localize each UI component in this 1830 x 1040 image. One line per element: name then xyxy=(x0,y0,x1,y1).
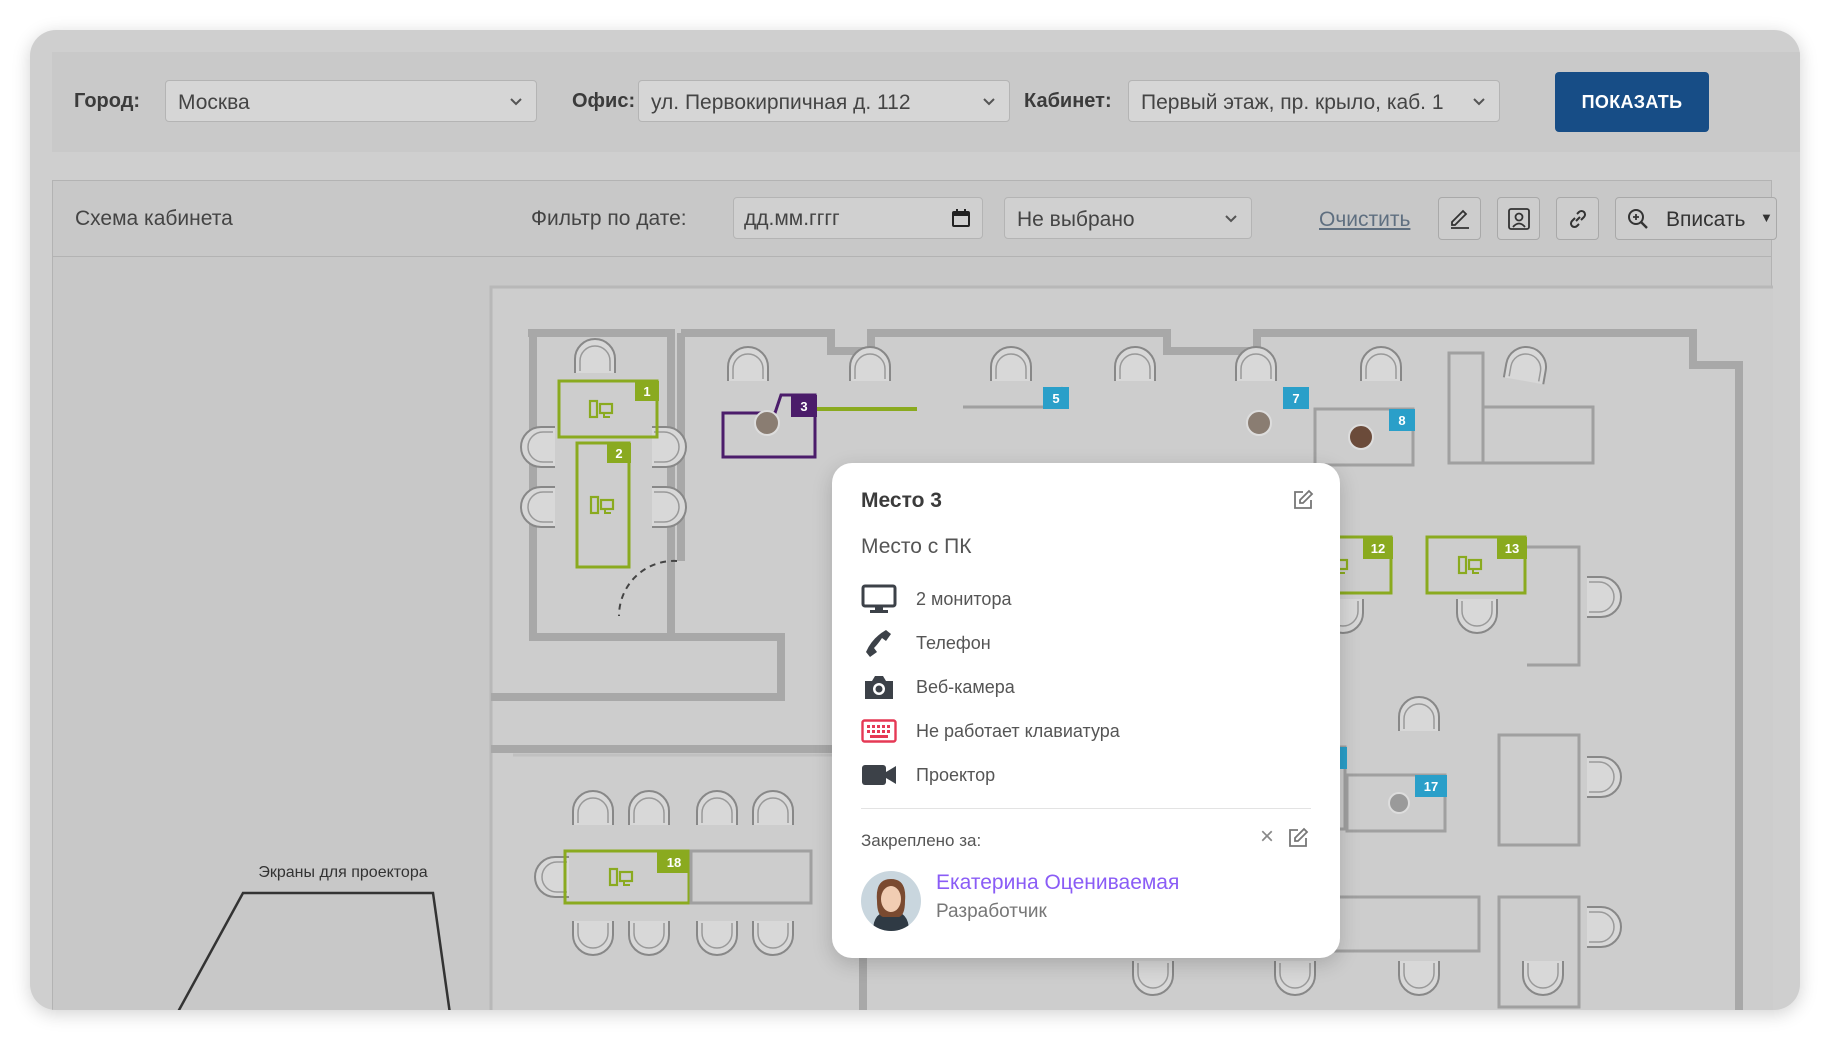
svg-text:2: 2 xyxy=(615,446,622,461)
svg-text:17: 17 xyxy=(1424,779,1438,794)
show-button[interactable]: ПОКАЗАТЬ xyxy=(1555,72,1709,132)
video-icon xyxy=(862,765,896,785)
feature-keyboard-broken: Не работает клавиатура xyxy=(861,715,1120,747)
svg-text:18: 18 xyxy=(667,855,681,870)
cabinet-select[interactable]: Первый этаж, пр. крыло, каб. 1 xyxy=(1128,80,1500,122)
assign-user-button[interactable] xyxy=(1497,197,1540,240)
status-select-value: Не выбрано xyxy=(1017,208,1135,231)
pencil-icon xyxy=(1450,209,1469,229)
keyboard-icon xyxy=(861,719,897,743)
chevron-down-icon xyxy=(983,98,995,106)
office-select-value: ул. Первокирпичная д. 112 xyxy=(651,91,911,114)
cabinet-select-value: Первый этаж, пр. крыло, каб. 1 xyxy=(1141,91,1444,114)
avatar[interactable] xyxy=(861,871,921,931)
monitor-icon xyxy=(861,584,897,613)
cabinet-label: Кабинет: xyxy=(1024,90,1112,112)
camera-icon xyxy=(865,676,893,699)
popover-title: Место 3 xyxy=(861,489,942,512)
date-filter-input[interactable]: дд.мм.гггг xyxy=(733,197,983,239)
city-select[interactable]: Москва xyxy=(165,80,537,122)
feature-monitors: 2 монитора xyxy=(861,583,1011,615)
user-frame-icon xyxy=(1507,207,1530,230)
app-window: Город: Москва Офис: ул. Первокирпичная д… xyxy=(30,30,1800,1010)
calendar-icon[interactable] xyxy=(952,209,970,227)
popover-subtitle: Место с ПК xyxy=(861,535,972,558)
office-label: Офис: xyxy=(572,90,636,112)
status-select[interactable]: Не выбрано xyxy=(1004,197,1252,239)
svg-text:5: 5 xyxy=(1052,391,1059,406)
feature-projector: Проектор xyxy=(861,759,995,791)
phone-icon xyxy=(866,630,891,657)
svg-text:3: 3 xyxy=(800,399,807,414)
popover-divider xyxy=(861,808,1311,809)
fit-to-view-button[interactable]: Вписать ▼ xyxy=(1615,197,1777,240)
close-icon[interactable]: × xyxy=(1260,825,1274,849)
clear-link[interactable]: Очистить xyxy=(1319,208,1410,232)
location-filter-bar: Город: Москва Офис: ул. Первокирпичная д… xyxy=(52,52,1800,152)
edit-seat-icon[interactable] xyxy=(1292,489,1314,511)
zoom-in-icon xyxy=(1628,209,1648,229)
person-name-link[interactable]: Екатерина Оцениваемая xyxy=(936,871,1179,895)
pinned-to-label: Закреплено за: xyxy=(861,831,982,850)
date-filter-label: Фильтр по дате: xyxy=(531,207,687,230)
caret-down-icon: ▼ xyxy=(1760,210,1773,225)
edit-button[interactable] xyxy=(1438,197,1481,240)
chevron-down-icon xyxy=(1225,215,1237,223)
svg-text:12: 12 xyxy=(1371,541,1385,556)
seat-details-popover: Место 3 Место с ПК 2 монитора Телефон Ве… xyxy=(832,463,1340,958)
svg-text:7: 7 xyxy=(1292,391,1299,406)
svg-text:1: 1 xyxy=(643,384,650,399)
city-label: Город: xyxy=(74,90,141,112)
svg-text:13: 13 xyxy=(1505,541,1519,556)
person-role: Разработчик xyxy=(936,901,1047,922)
feature-webcam: Веб-камера xyxy=(861,671,1015,703)
scheme-toolbar: Схема кабинета Фильтр по дате: дд.мм.ггг… xyxy=(53,181,1777,257)
date-placeholder: дд.мм.гггг xyxy=(744,207,840,230)
office-select[interactable]: ул. Первокирпичная д. 112 xyxy=(638,80,1010,122)
projector-screens-label: Экраны для проектора xyxy=(258,864,427,881)
feature-phone: Телефон xyxy=(861,627,991,659)
chevron-down-icon xyxy=(1473,98,1485,106)
chevron-down-icon xyxy=(510,98,522,106)
link-icon xyxy=(1569,209,1586,228)
city-select-value: Москва xyxy=(178,91,250,114)
fit-button-label: Вписать xyxy=(1666,208,1746,231)
svg-text:8: 8 xyxy=(1398,413,1405,428)
edit-pinned-icon[interactable] xyxy=(1287,827,1309,849)
link-button[interactable] xyxy=(1556,197,1599,240)
panel-title: Схема кабинета xyxy=(75,207,233,230)
